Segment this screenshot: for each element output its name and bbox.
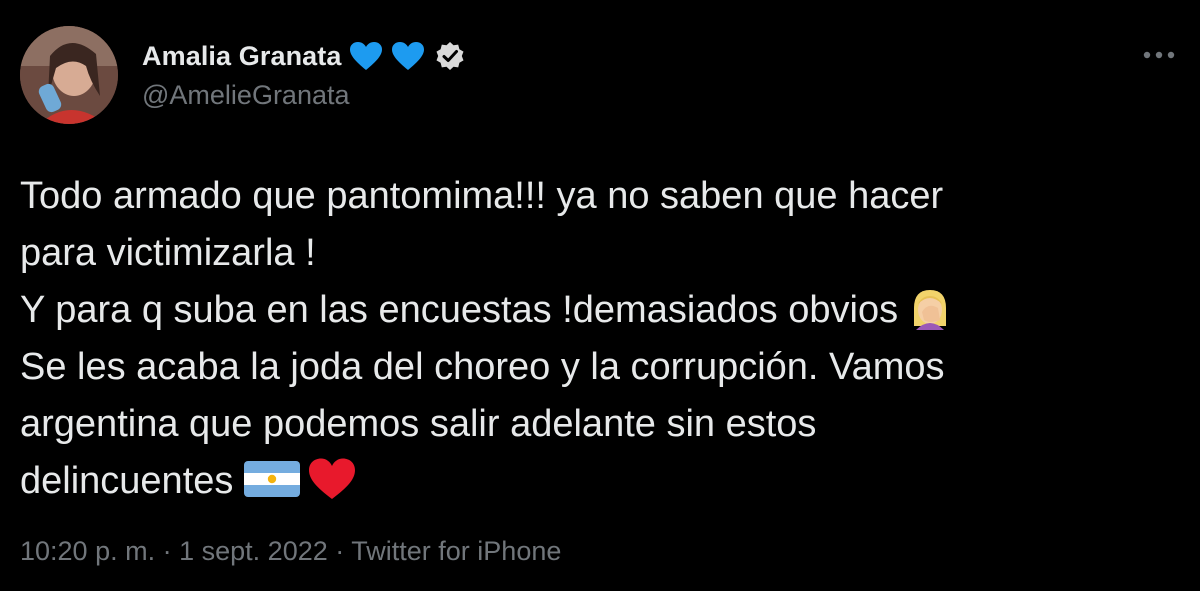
separator: · [162, 536, 172, 566]
avatar[interactable] [20, 26, 118, 124]
tweet: Amalia Granata @AmelieGranata Todo armad… [0, 0, 1200, 591]
woman-facepalming-emoji [914, 290, 947, 330]
tweet-source[interactable]: Twitter for iPhone [351, 536, 561, 566]
verified-icon [436, 42, 464, 70]
more-options-icon[interactable] [1142, 48, 1176, 62]
tweet-text-segment: Y para q suba en las encuestas !demasiad… [20, 289, 899, 331]
blue-heart-icon [350, 42, 383, 70]
red-heart-emoji [309, 458, 356, 499]
tweet-text-line: Todo armado que pantomima!!! ya no saben… [20, 175, 944, 217]
argentina-flag-emoji [244, 461, 301, 497]
tweet-text-line: Se les acaba la joda del choreo y la cor… [20, 346, 945, 388]
tweet-text: Todo armado que pantomima!!! ya no saben… [20, 168, 1180, 510]
display-name[interactable]: Amalia Granata [142, 41, 341, 72]
tweet-date[interactable]: 1 sept. 2022 [179, 536, 328, 566]
tweet-text-line: delincuentes [20, 453, 1180, 510]
tweet-time[interactable]: 10:20 p. m. [20, 536, 155, 566]
separator: · [335, 536, 345, 566]
avatar-image [20, 26, 118, 124]
blue-heart-icon [392, 42, 425, 70]
tweet-meta: 10:20 p. m. · 1 sept. 2022 · Twitter for… [20, 536, 561, 567]
author-name-row: Amalia Granata [142, 36, 465, 76]
tweet-text-line: para victimizarla ! [20, 232, 316, 274]
tweet-text-segment: delincuentes [20, 460, 234, 502]
tweet-text-line: argentina que podemos salir adelante sin… [20, 403, 817, 445]
tweet-text-line: Y para q suba en las encuestas !demasiad… [20, 282, 1180, 339]
author-handle[interactable]: @AmelieGranata [142, 80, 350, 111]
